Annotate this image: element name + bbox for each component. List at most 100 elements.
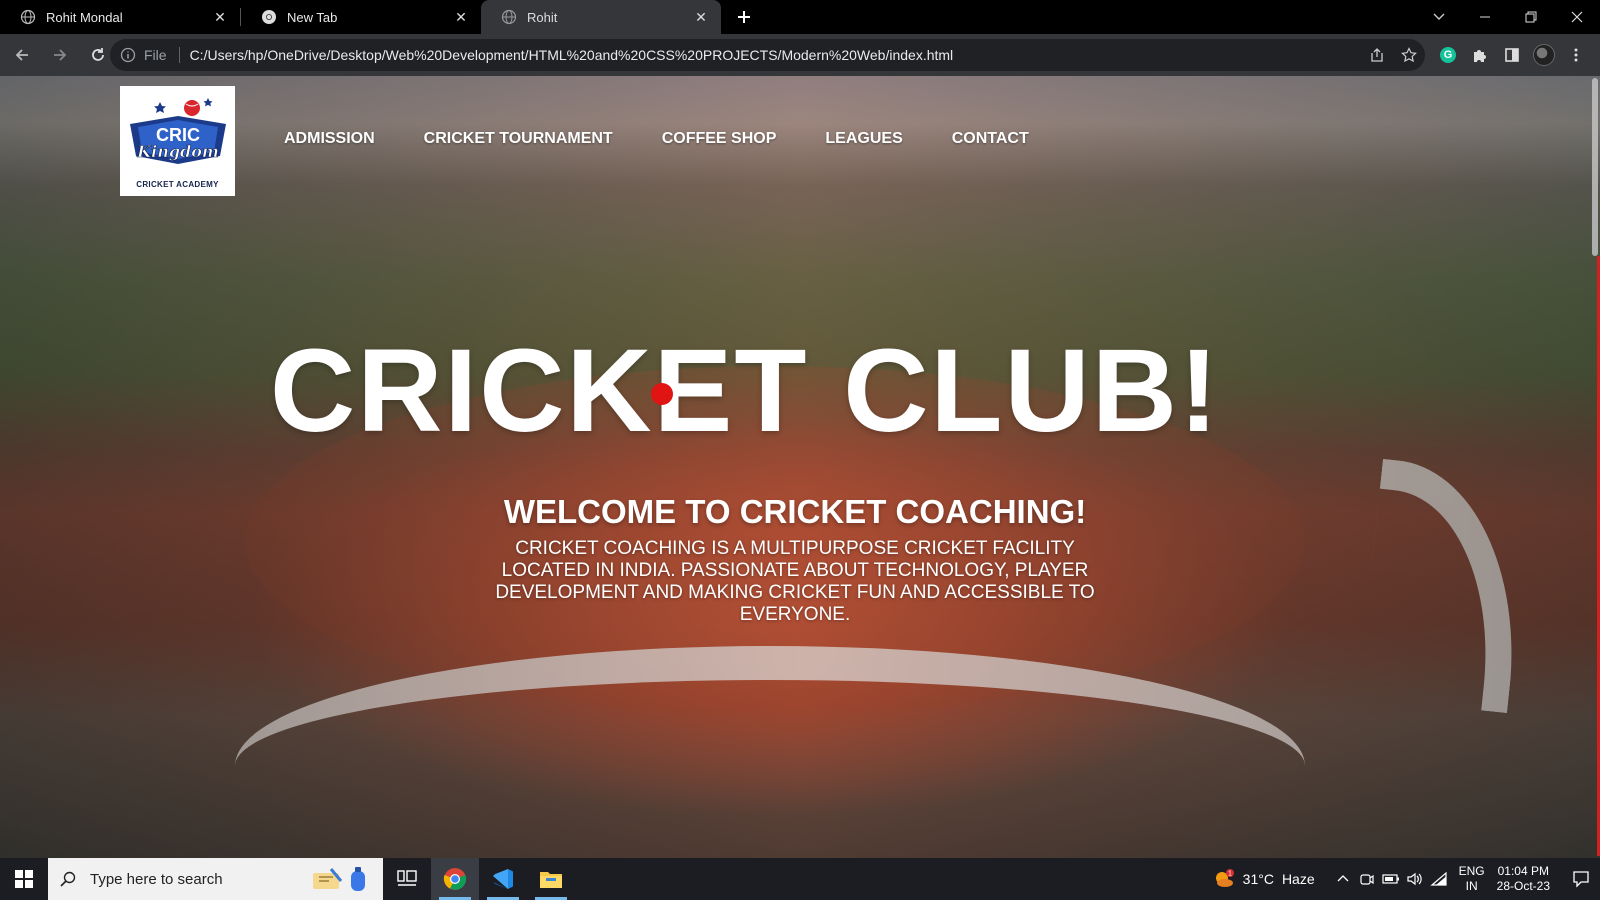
volume-button[interactable] xyxy=(1403,858,1427,900)
start-button[interactable] xyxy=(0,858,48,900)
clock-time: 01:04 PM xyxy=(1497,864,1549,878)
grammarly-icon: G xyxy=(1440,47,1456,63)
weather-desc: Haze xyxy=(1281,871,1315,887)
logo-emblem: CRIC Kingdom xyxy=(129,97,226,164)
action-center-button[interactable] xyxy=(1562,858,1600,900)
taskbar-search[interactable]: Type here to search xyxy=(48,858,383,900)
camera-icon xyxy=(1360,874,1374,885)
task-view-button[interactable] xyxy=(383,858,431,900)
windows-taskbar: Type here to search 1 31°C Haze ENG IN 0… xyxy=(0,858,1600,900)
weather-badge: 1 xyxy=(1228,871,1232,878)
search-placeholder: Type here to search xyxy=(90,870,223,888)
window-controls xyxy=(1416,0,1600,34)
chrome-icon xyxy=(443,868,467,890)
browser-toolbar: File C:/Users/hp/OneDrive/Desktop/Web%20… xyxy=(0,34,1600,76)
page-scrollbar[interactable] xyxy=(1592,78,1598,256)
close-icon[interactable]: ✕ xyxy=(212,9,228,25)
weather-icon: 1 xyxy=(1213,869,1235,889)
tab-title: New Tab xyxy=(287,9,338,25)
minimize-button[interactable] xyxy=(1462,0,1508,34)
cursor-dot xyxy=(651,383,673,405)
taskbar-file-explorer[interactable] xyxy=(527,858,575,900)
system-clock[interactable]: 01:04 PM 28-Oct-23 xyxy=(1497,864,1550,894)
forward-button[interactable] xyxy=(44,39,76,71)
profile-button[interactable] xyxy=(1528,39,1560,71)
chevron-up-icon xyxy=(1337,875,1349,882)
nav-link-contact[interactable]: CONTACT xyxy=(952,130,1029,148)
network-button[interactable] xyxy=(1427,858,1451,900)
show-hidden-icons-button[interactable] xyxy=(1331,858,1355,900)
globe-icon xyxy=(501,9,517,25)
url-text[interactable]: C:/Users/hp/OneDrive/Desktop/Web%20Devel… xyxy=(190,47,954,63)
nav-link-leagues[interactable]: LEAGUES xyxy=(825,130,902,148)
weather-widget[interactable]: 1 31°C Haze xyxy=(1213,869,1315,889)
logo-line2: Kingdom xyxy=(136,142,219,161)
nav-link-admission[interactable]: ADMISSION xyxy=(284,130,375,148)
info-icon[interactable] xyxy=(120,47,136,63)
taskbar-chrome[interactable] xyxy=(431,858,479,900)
wifi-icon xyxy=(1430,871,1447,886)
back-button[interactable] xyxy=(6,39,38,71)
speaker-icon xyxy=(1407,872,1422,886)
restore-icon xyxy=(1525,11,1537,23)
battery-button[interactable] xyxy=(1379,858,1403,900)
search-highlight-icon xyxy=(313,867,365,891)
site-nav: ADMISSION CRICKET TOURNAMENT COFFEE SHOP… xyxy=(284,130,1078,148)
logo-tagline: CRICKET ACADEMY xyxy=(136,179,219,189)
tab-title: Rohit Mondal xyxy=(46,9,123,25)
restore-button[interactable] xyxy=(1508,0,1554,34)
grammarly-extension[interactable]: G xyxy=(1432,39,1464,71)
share-icon xyxy=(1371,48,1383,62)
menu-button[interactable] xyxy=(1560,39,1592,71)
reload-icon xyxy=(92,48,104,61)
tab-new-tab[interactable]: New Tab ✕ xyxy=(241,0,481,34)
chrome-icon xyxy=(262,10,276,24)
file-explorer-icon xyxy=(540,872,562,888)
tab-rohit-mondal[interactable]: Rohit Mondal ✕ xyxy=(0,0,240,34)
omnibox-actions xyxy=(1361,39,1425,71)
page-viewport: CRIC Kingdom CRICKET ACADEMY ADMISSION C… xyxy=(0,76,1600,858)
globe-icon xyxy=(20,9,36,25)
omnibox-divider xyxy=(178,47,180,63)
browser-tabstrip: Rohit Mondal ✕ New Tab ✕ Rohit ✕ xyxy=(0,0,1600,34)
nav-link-coffee-shop[interactable]: COFFEE SHOP xyxy=(662,130,777,148)
tab-title: Rohit xyxy=(527,9,558,25)
tab-search-button[interactable] xyxy=(1416,0,1462,34)
address-bar[interactable]: File C:/Users/hp/OneDrive/Desktop/Web%20… xyxy=(110,39,1425,71)
plus-icon xyxy=(738,11,750,23)
task-view-icon xyxy=(397,870,417,886)
language-code: ENG xyxy=(1458,864,1485,878)
system-tray: 1 31°C Haze ENG IN 01:04 PM 28-Oct-23 xyxy=(1213,858,1600,900)
arrow-left-icon xyxy=(15,49,28,61)
input-language[interactable]: ENG IN xyxy=(1459,864,1485,894)
close-icon[interactable]: ✕ xyxy=(693,9,709,25)
language-region: IN xyxy=(1465,879,1478,893)
chevron-down-icon xyxy=(1433,13,1445,20)
new-tab-button[interactable] xyxy=(729,0,759,34)
tab-rohit[interactable]: Rohit ✕ xyxy=(481,0,721,34)
share-button[interactable] xyxy=(1361,39,1393,71)
close-window-button[interactable] xyxy=(1554,0,1600,34)
more-vert-icon xyxy=(1574,48,1578,62)
star-icon xyxy=(1401,47,1417,63)
nav-link-cricket-tournament[interactable]: CRICKET TOURNAMENT xyxy=(424,130,613,148)
hero-title: CRICKET CLUB! xyxy=(270,325,1221,457)
battery-icon xyxy=(1382,874,1399,884)
vscode-icon xyxy=(493,869,513,889)
avatar xyxy=(1533,44,1555,66)
extensions-area: G xyxy=(1432,39,1592,71)
weather-temp: 31°C xyxy=(1242,871,1274,887)
bookmark-button[interactable] xyxy=(1393,39,1425,71)
meet-now-button[interactable] xyxy=(1355,858,1379,900)
windows-icon xyxy=(15,870,33,888)
side-panel-icon xyxy=(1505,48,1519,62)
notification-icon xyxy=(1573,871,1589,888)
taskbar-vscode[interactable] xyxy=(479,858,527,900)
side-panel-button[interactable] xyxy=(1496,39,1528,71)
extensions-button[interactable] xyxy=(1464,39,1496,71)
close-icon[interactable]: ✕ xyxy=(453,9,469,25)
site-logo[interactable]: CRIC Kingdom CRICKET ACADEMY xyxy=(120,86,235,196)
puzzle-icon xyxy=(1474,50,1486,62)
search-icon xyxy=(60,871,76,887)
hero-subtitle: WELCOME TO CRICKET COACHING! xyxy=(503,493,1087,530)
